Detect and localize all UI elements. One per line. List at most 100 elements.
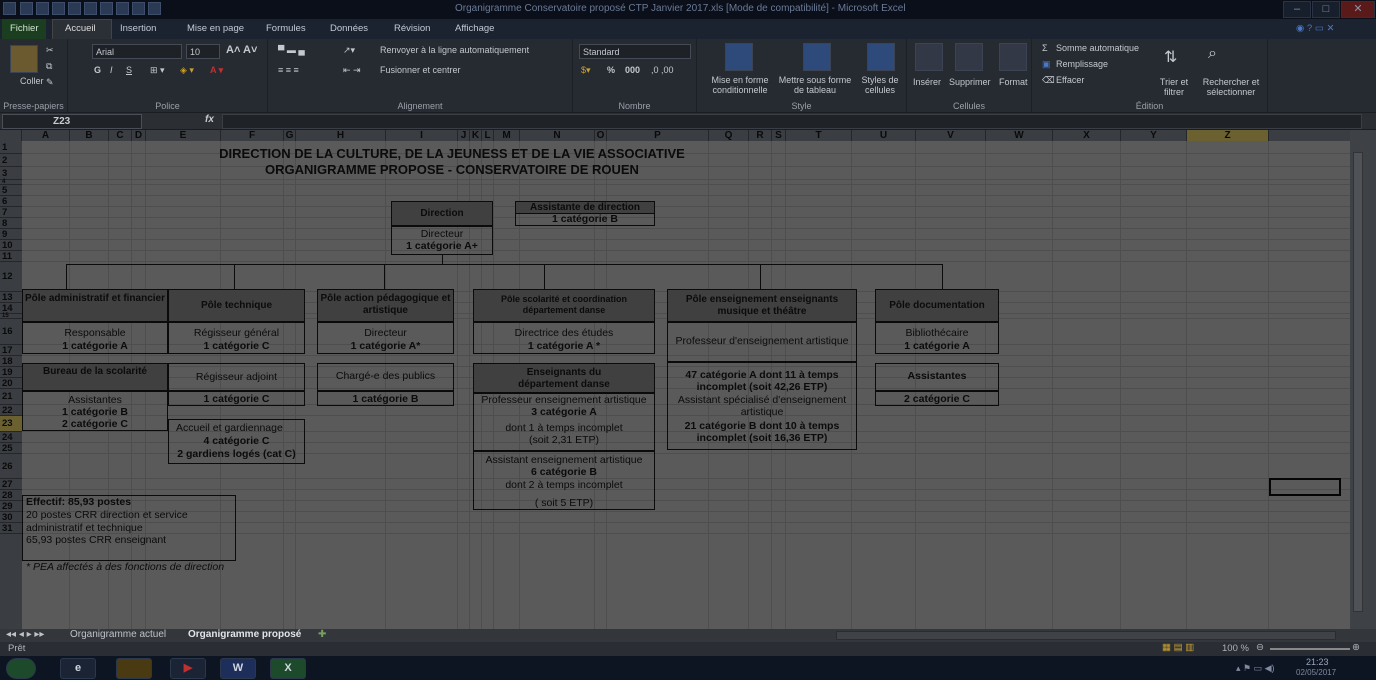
zoom-level[interactable]: 100 % xyxy=(1222,643,1249,654)
select-all-corner[interactable] xyxy=(0,130,22,141)
column-header-n[interactable]: N xyxy=(520,130,595,141)
paste-button[interactable]: Coller xyxy=(20,76,44,86)
column-header-z[interactable]: Z xyxy=(1187,130,1269,141)
italic-button[interactable]: I xyxy=(110,65,113,75)
column-header-r[interactable]: R xyxy=(749,130,772,141)
align-left-icon[interactable]: ≡ ≡ ≡ xyxy=(278,65,299,75)
spellcheck-icon[interactable] xyxy=(116,2,129,15)
number-format-select[interactable]: Standard xyxy=(579,44,691,59)
tab-donnees[interactable]: Données xyxy=(330,23,368,34)
autosum-button[interactable]: Somme automatique xyxy=(1056,43,1139,53)
minimize-button[interactable]: – xyxy=(1283,1,1311,18)
horizontal-scrollbar[interactable] xyxy=(836,631,1336,640)
row-header-7[interactable]: 7 xyxy=(0,207,22,218)
help-icon[interactable]: ◉ ? ▭ ✕ xyxy=(1296,23,1334,34)
fill-button[interactable]: Remplissage xyxy=(1056,59,1108,69)
row-header-17[interactable]: 17 xyxy=(0,345,22,356)
orientation-icon[interactable]: ↗▾ xyxy=(343,45,355,56)
column-header-i[interactable]: I xyxy=(386,130,458,141)
maximize-button[interactable]: □ xyxy=(1312,1,1340,18)
clear-icon[interactable]: ⌫ xyxy=(1042,75,1055,86)
decimal-icon[interactable]: ,0 ,00 xyxy=(651,65,674,75)
paste-icon[interactable] xyxy=(10,45,38,73)
row-header-31[interactable]: 31 xyxy=(0,523,22,534)
row-header-19[interactable]: 19 xyxy=(0,367,22,378)
fill-color-icon[interactable]: ◈ ▾ xyxy=(180,65,194,76)
grow-font-icon[interactable]: A˄ A˅ xyxy=(226,44,257,56)
column-header-c[interactable]: C xyxy=(109,130,132,141)
tray-icons[interactable]: ▴ ⚑ ▭ ◀) xyxy=(1236,663,1275,674)
conditional-format-icon[interactable] xyxy=(725,43,753,71)
cell-styles-button[interactable]: Styles de cellules xyxy=(857,75,903,95)
font-size-select[interactable]: 10 xyxy=(186,44,220,59)
column-header-s[interactable]: S xyxy=(772,130,786,141)
column-header-y[interactable]: Y xyxy=(1121,130,1187,141)
merge-center-button[interactable]: Fusionner et centrer xyxy=(380,65,461,75)
close-button[interactable]: ✕ xyxy=(1341,1,1375,18)
tab-accueil[interactable]: Accueil xyxy=(52,19,112,39)
column-header-b[interactable]: B xyxy=(70,130,109,141)
row-header-10[interactable]: 10 xyxy=(0,240,22,251)
delete-button[interactable]: Supprimer xyxy=(949,77,991,87)
new-icon[interactable] xyxy=(20,2,33,15)
row-header-20[interactable]: 20 xyxy=(0,378,22,389)
vertical-scroll-thumb[interactable] xyxy=(1353,152,1363,612)
formula-input[interactable] xyxy=(222,114,1362,129)
column-header-t[interactable]: T xyxy=(786,130,852,141)
column-header-e[interactable]: E xyxy=(146,130,221,141)
row-header-9[interactable]: 9 xyxy=(0,229,22,240)
delete-cells-icon[interactable] xyxy=(955,43,983,71)
sort-filter-icon[interactable]: ⇅ xyxy=(1164,47,1177,67)
worksheet-grid[interactable]: DIRECTION DE LA CULTURE, DE LA JEUNESS E… xyxy=(22,141,1350,629)
row-header-22[interactable]: 22 xyxy=(0,405,22,416)
row-header-13[interactable]: 13 xyxy=(0,292,22,303)
column-header-v[interactable]: V xyxy=(916,130,986,141)
table-format-button[interactable]: Mettre sous forme de tableau xyxy=(777,75,853,95)
preview-icon[interactable] xyxy=(68,2,81,15)
row-header-26[interactable]: 26 xyxy=(0,454,22,479)
row-header-21[interactable]: 21 xyxy=(0,389,22,405)
name-box[interactable]: Z23 xyxy=(2,114,142,129)
table-format-icon[interactable] xyxy=(803,43,831,71)
row-header-29[interactable]: 29 xyxy=(0,501,22,512)
vertical-scrollbar[interactable] xyxy=(1350,130,1376,629)
column-header-o[interactable]: O xyxy=(595,130,607,141)
save-icon[interactable] xyxy=(52,2,65,15)
sort-filter-button[interactable]: Trier et filtrer xyxy=(1154,77,1194,97)
column-header-m[interactable]: M xyxy=(494,130,520,141)
print-icon[interactable] xyxy=(100,2,113,15)
underline-button[interactable]: S xyxy=(126,65,132,75)
tab-fichier[interactable]: Fichier xyxy=(2,19,46,39)
row-header-16[interactable]: 16 xyxy=(0,319,22,345)
column-header-q[interactable]: Q xyxy=(709,130,749,141)
explorer-icon[interactable] xyxy=(116,658,152,679)
row-header-1[interactable]: 1 xyxy=(0,141,22,154)
fx-icon[interactable]: fx xyxy=(205,114,214,125)
bold-button[interactable]: G xyxy=(94,65,101,75)
column-header-d[interactable]: D xyxy=(132,130,146,141)
row-header-28[interactable]: 28 xyxy=(0,490,22,501)
row-header-12[interactable]: 12 xyxy=(0,262,22,292)
percent-button[interactable]: % xyxy=(607,65,615,75)
view-buttons-icon[interactable]: ▦ ▤ ▥ xyxy=(1162,642,1194,653)
copy-icon[interactable]: ⧉ xyxy=(46,61,52,72)
row-header-24[interactable]: 24 xyxy=(0,432,22,443)
excel-icon[interactable]: X xyxy=(270,658,306,679)
active-cell[interactable] xyxy=(1269,478,1341,496)
tab-formules[interactable]: Formules xyxy=(266,23,306,34)
undo-icon[interactable] xyxy=(84,2,97,15)
align-top-icon[interactable]: ▀ ▬ ▄ xyxy=(278,45,305,55)
column-header-w[interactable]: W xyxy=(986,130,1053,141)
column-header-l[interactable]: L xyxy=(482,130,494,141)
row-header-8[interactable]: 8 xyxy=(0,218,22,229)
column-header-f[interactable]: F xyxy=(221,130,284,141)
sheet-tab-propose[interactable]: Organigramme proposé xyxy=(188,629,301,640)
column-header-a[interactable]: A xyxy=(22,130,70,141)
row-header-27[interactable]: 27 xyxy=(0,479,22,490)
format-button[interactable]: Format xyxy=(999,77,1028,87)
row-header-6[interactable]: 6 xyxy=(0,196,22,207)
borders-icon[interactable]: ⊞ ▾ xyxy=(150,65,165,76)
row-header-23[interactable]: 23 xyxy=(0,416,22,432)
row-header-30[interactable]: 30 xyxy=(0,512,22,523)
column-header-x[interactable]: X xyxy=(1053,130,1121,141)
